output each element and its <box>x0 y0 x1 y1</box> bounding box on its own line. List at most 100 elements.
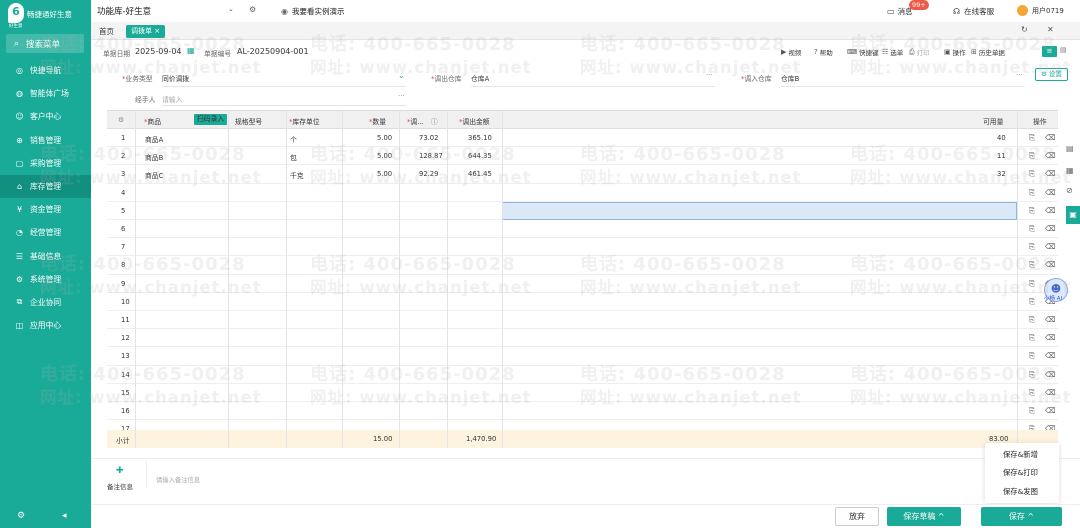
info-icon[interactable]: ⓘ <box>431 116 438 126</box>
collapse-icon[interactable]: ◂ <box>62 511 67 521</box>
toolbar-select[interactable]: ☷ 选单 <box>882 47 903 57</box>
copy-icon[interactable]: ⎘ <box>1029 151 1035 161</box>
table-row[interactable]: 3 商品C 千克 5.00 92.29 461.45 32 ⎘ ⌫ <box>107 165 1058 184</box>
copy-icon[interactable]: ⎘ <box>1029 260 1035 270</box>
copy-icon[interactable]: ⎘ <box>1029 351 1035 361</box>
table-row[interactable]: 10 ⎘ ⌫ <box>107 293 1058 311</box>
save-draft-button[interactable]: 保存草稿 ^ <box>887 507 961 526</box>
toolbar-video[interactable]: ▶ 视频 <box>781 47 801 57</box>
inventory-icon[interactable]: ▦ <box>1066 166 1074 175</box>
delete-icon[interactable]: ⌫ <box>1045 388 1056 397</box>
table-row[interactable]: 12 ⎘ ⌫ <box>107 329 1058 348</box>
delete-icon[interactable]: ⌫ <box>1045 188 1056 197</box>
attach-icon[interactable]: ⊘ <box>1066 186 1073 195</box>
tab-home[interactable]: 首页 <box>99 26 114 37</box>
toolbar-help[interactable]: ? 帮助 <box>814 47 833 57</box>
table-row[interactable]: 15 ⎘ ⌫ <box>107 384 1058 402</box>
delete-icon[interactable]: ⌫ <box>1045 151 1056 160</box>
copy-icon[interactable]: ⎘ <box>1029 315 1035 325</box>
sidebar-item-7[interactable]: ◔ 经营管理 <box>0 221 91 244</box>
menu-item-save-print[interactable]: 保存&打印 <box>1003 468 1038 478</box>
biz-type-select[interactable]: 同价调拨 <box>162 73 189 83</box>
sidebar-item-5[interactable]: ⌂ 库存管理 <box>0 174 91 199</box>
toolbar-history[interactable]: ⊞ 历史单据 <box>971 47 1005 57</box>
demo-link[interactable]: ◉ 我要看实例演示 <box>281 6 344 17</box>
delete-icon[interactable]: ⌫ <box>1045 224 1056 233</box>
app-title[interactable]: 功能库-好生意 <box>97 5 151 17</box>
chevron-down-icon[interactable]: ⌄ <box>228 5 234 13</box>
grid-view-toggle[interactable]: ▤ <box>1060 46 1067 54</box>
delete-icon[interactable]: ⌫ <box>1045 351 1056 360</box>
out-warehouse-input[interactable]: 仓库A <box>471 73 489 83</box>
copy-icon[interactable]: ⎘ <box>1029 406 1035 416</box>
chevron-down-icon[interactable]: ⌄ <box>398 71 405 80</box>
copy-icon[interactable]: ⎘ <box>1029 188 1035 198</box>
copy-icon[interactable]: ⎘ <box>1029 133 1035 143</box>
copy-icon[interactable]: ⎘ <box>1029 297 1035 307</box>
in-warehouse-input[interactable]: 仓库B <box>781 73 799 83</box>
sidebar-item-3[interactable]: ⊕ 销售管理 <box>0 129 91 152</box>
settings-button[interactable]: ⚙ 设置 <box>1035 68 1068 81</box>
more-icon[interactable]: ··· <box>398 92 404 100</box>
note-input[interactable]: 请输入备注信息 <box>156 475 200 484</box>
table-row[interactable]: 16 ⎘ ⌫ <box>107 402 1058 421</box>
online-service-button[interactable]: ☊ 在线客服 <box>953 6 994 17</box>
doc-icon[interactable]: ▤ <box>1066 144 1074 153</box>
tab-transfer-order[interactable]: 调拨单 × <box>126 25 166 38</box>
menu-item-save-new[interactable]: 保存&新增 <box>1003 450 1038 460</box>
list-view-toggle[interactable]: ≡ <box>1042 46 1057 57</box>
handler-input[interactable]: 请输入 <box>162 94 182 104</box>
copy-icon[interactable]: ⎘ <box>1029 206 1035 216</box>
settings-icon[interactable]: ⚙ <box>249 5 256 14</box>
scan-entry-button[interactable]: 扫码录入 <box>194 114 228 125</box>
delete-icon[interactable]: ⌫ <box>1045 169 1056 178</box>
selected-cell[interactable] <box>502 202 1017 220</box>
discard-button[interactable]: 放弃 <box>835 507 879 526</box>
table-row[interactable]: 14 ⎘ ⌫ <box>107 366 1058 384</box>
date-value[interactable]: 2025-09-04 <box>135 47 182 56</box>
table-row[interactable]: 2 商品B 包 5.00 128.87 644.35 11 ⎘ ⌫ <box>107 147 1058 166</box>
table-row[interactable]: 1 商品A 个 5.00 73.02 365.10 40 ⎘ ⌫ <box>107 129 1058 148</box>
gear-icon[interactable]: ⚙ <box>17 511 25 521</box>
search-menu-button[interactable]: ⌕ 搜索菜单 <box>6 34 84 53</box>
table-row[interactable]: 7 ⎘ ⌫ <box>107 238 1058 257</box>
panel-icon[interactable]: ▣ <box>1066 206 1080 224</box>
table-row[interactable]: 11 ⎘ ⌫ <box>107 311 1058 330</box>
sidebar-item-0[interactable]: ◎ 快捷导航 <box>0 59 91 82</box>
sidebar-item-4[interactable]: ▢ 采购管理 <box>0 152 91 175</box>
delete-icon[interactable]: ⌫ <box>1045 315 1056 324</box>
sidebar-item-11[interactable]: ◫ 应用中心 <box>0 314 91 337</box>
sidebar-item-9[interactable]: ⚙ 系统管理 <box>0 268 91 291</box>
table-row[interactable]: 6 ⎘ ⌫ <box>107 220 1058 239</box>
sidebar-item-8[interactable]: ☰ 基础信息 <box>0 245 91 268</box>
copy-icon[interactable]: ⎘ <box>1029 370 1035 380</box>
copy-icon[interactable]: ⎘ <box>1029 388 1035 398</box>
delete-icon[interactable]: ⌫ <box>1045 406 1056 415</box>
copy-icon[interactable]: ⎘ <box>1029 224 1035 234</box>
table-row[interactable]: 4 ⎘ ⌫ <box>107 184 1058 202</box>
delete-icon[interactable]: ⌫ <box>1045 206 1056 215</box>
copy-icon[interactable]: ⎘ <box>1029 333 1035 343</box>
delete-icon[interactable]: ⌫ <box>1045 133 1056 142</box>
save-button[interactable]: 保存 ^ <box>981 507 1062 526</box>
table-row[interactable]: 13 ⎘ ⌫ <box>107 347 1058 366</box>
toolbar-shortcut[interactable]: ⌨ 快捷键 <box>847 47 879 57</box>
close-icon[interactable]: ✕ <box>1047 25 1054 34</box>
delete-icon[interactable]: ⌫ <box>1045 370 1056 379</box>
calendar-icon[interactable]: ▦ <box>187 46 195 55</box>
refresh-icon[interactable]: ↻ <box>1021 25 1028 34</box>
number-value[interactable]: AL-20250904-001 <box>237 47 309 56</box>
table-row[interactable]: 9⎘⌫ <box>107 275 1058 293</box>
table-row[interactable]: 8 ⎘ ⌫ <box>107 256 1058 275</box>
menu-item-save-send[interactable]: 保存&发图 <box>1003 487 1038 497</box>
messages-button[interactable]: ▭ 消息 <box>887 6 913 17</box>
user-menu[interactable]: 用户0719 <box>1017 5 1064 16</box>
delete-icon[interactable]: ⌫ <box>1045 260 1056 269</box>
copy-icon[interactable]: ⎘ <box>1029 279 1035 289</box>
sidebar-item-6[interactable]: ¥ 资金管理 <box>0 198 91 221</box>
delete-icon[interactable]: ⌫ <box>1045 333 1056 342</box>
more-icon[interactable]: ··· <box>706 71 712 79</box>
copy-icon[interactable]: ⎘ <box>1029 169 1035 179</box>
more-icon[interactable]: ··· <box>1016 71 1022 79</box>
toolbar-print[interactable]: ⎙ 打印 <box>909 47 930 58</box>
